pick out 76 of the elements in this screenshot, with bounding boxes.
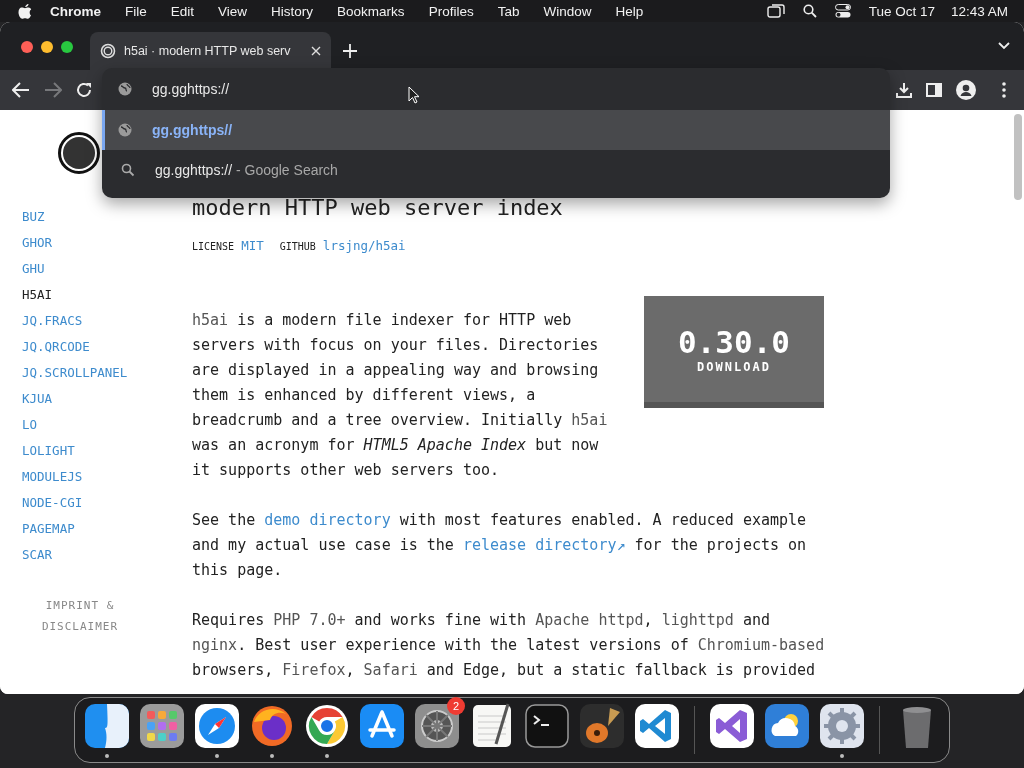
paragraph: See the demo directory with most features enabled. A reduced example and my actual use case is the release directory↗ for the projects on this page. <box>192 510 808 581</box>
globe-icon <box>118 123 132 137</box>
search-icon <box>121 163 135 177</box>
profile-icon[interactable] <box>956 80 976 100</box>
grid-icon[interactable] <box>138 702 186 750</box>
imprint-link[interactable]: IMPRINT & DISCLAIMER <box>22 595 138 637</box>
sidebar-link[interactable]: NODE-CGI <box>22 490 83 516</box>
paragraph: h5ai is a modern file indexer for HTTP web servers with focus on your files. Directories are displayed in a appealing way and browsing them is enhanced by different views, a breadcrumb and a tree overview. Initially h5ai was an acronym for HTML5 Apache Index but now it supports other web servers too. <box>192 310 609 481</box>
tab-title: h5ai · modern HTTP web serv <box>124 44 292 58</box>
menu-icon[interactable] <box>1002 82 1006 98</box>
sidebar-link[interactable]: PAGEMAP <box>22 516 75 542</box>
menu-item[interactable]: File <box>125 3 147 19</box>
ribbon-tile-icon[interactable] <box>633 702 681 750</box>
sidebar-link[interactable]: JQ.QRCODE <box>22 334 90 360</box>
terminal-icon[interactable] <box>523 702 571 750</box>
gear-icon[interactable] <box>818 702 866 750</box>
suggestion-item[interactable]: gg.gghttps:// - Google Search <box>102 150 890 190</box>
toggles-icon[interactable] <box>834 4 851 18</box>
sidebar-link[interactable]: MODULEJS <box>22 464 83 490</box>
close-button[interactable] <box>21 41 33 53</box>
apple-icon[interactable] <box>18 3 32 19</box>
sidebar-link[interactable]: LOLIGHT <box>22 438 75 464</box>
chevron-down-icon[interactable] <box>998 42 1010 50</box>
sidebar-link[interactable]: JQ.FRACS <box>22 308 83 334</box>
menu-item[interactable]: Tab <box>497 3 520 19</box>
compass-icon[interactable] <box>193 702 241 750</box>
page-heading: modern HTTP web server index <box>192 194 564 222</box>
windows-icon[interactable] <box>766 4 785 18</box>
meta-link[interactable]: lrsjng/h5ai <box>322 238 406 253</box>
ring-logo-icon[interactable] <box>58 132 100 174</box>
reload-icon[interactable] <box>76 82 92 98</box>
sidebar-link[interactable]: LO <box>22 412 38 438</box>
tricolor-ring-icon[interactable] <box>303 702 351 750</box>
search-icon[interactable] <box>802 4 817 18</box>
text-link[interactable]: release directory↗ <box>462 536 626 554</box>
menu-item[interactable]: Window <box>543 3 592 19</box>
browser-tab[interactable]: h5ai · modern HTTP web serv <box>90 32 331 70</box>
pointer-icon <box>408 86 420 104</box>
meta-label: GITHUB <box>279 241 316 252</box>
cloud-sun-icon[interactable] <box>763 702 811 750</box>
menu-item[interactable]: Profiles <box>428 3 474 19</box>
text-link[interactable]: demo directory <box>264 511 391 529</box>
close-icon[interactable] <box>311 46 321 56</box>
sidebar-link[interactable]: SCAR <box>22 542 53 568</box>
sidebar-link[interactable]: JQ.SCROLLPANEL <box>22 360 128 386</box>
new-tab-icon[interactable] <box>343 44 357 58</box>
side-panel-icon[interactable] <box>926 82 942 98</box>
menu-date[interactable]: Tue Oct 17 <box>868 3 935 19</box>
sidebar-link[interactable]: GHOR <box>22 230 53 256</box>
suggestion-item[interactable]: gg.gghttps// <box>102 110 890 150</box>
guitar-icon[interactable] <box>578 702 626 750</box>
menu-item[interactable]: View <box>218 3 248 19</box>
download-button[interactable]: 0.30.0 DOWNLOAD <box>644 296 824 408</box>
zoom-button[interactable] <box>61 41 73 53</box>
menu-item[interactable]: Chrome <box>50 3 101 19</box>
scrollbar-thumb[interactable] <box>1014 114 1022 200</box>
minimize-button[interactable] <box>41 41 53 53</box>
sidebar-link[interactable]: GHU <box>22 256 45 282</box>
notification-badge: 2 <box>447 697 465 715</box>
ring-icon <box>100 43 116 59</box>
menu-item[interactable]: History <box>271 3 314 19</box>
meta-link[interactable]: MIT <box>241 238 264 253</box>
sidebar-link[interactable]: H5AI <box>22 282 53 308</box>
menu-item[interactable]: Help <box>615 3 644 19</box>
address-field[interactable]: gg.gghttps:// <box>152 81 230 97</box>
download-icon[interactable] <box>896 82 912 98</box>
menu-item[interactable]: Bookmarks <box>337 3 405 19</box>
sidebar-link[interactable]: BUZ <box>22 204 45 230</box>
meta-label: LICENSE <box>192 241 235 252</box>
menu-clock[interactable]: 12:43 AM <box>950 3 1008 19</box>
back-arrow-icon[interactable] <box>12 82 30 98</box>
paragraph: Requires PHP 7.0+ and works fine with Apache httpd, lighttpd and nginx. Best user experience with the latest versions of Chromium-based browsers, Firefox, Safari and Edge, but a static fallback is provided <box>192 610 826 681</box>
globe-icon <box>118 82 132 96</box>
gear-tile-icon[interactable] <box>413 702 461 750</box>
menu-item[interactable]: Edit <box>170 3 195 19</box>
sidebar-link[interactable]: KJUA <box>22 386 53 412</box>
